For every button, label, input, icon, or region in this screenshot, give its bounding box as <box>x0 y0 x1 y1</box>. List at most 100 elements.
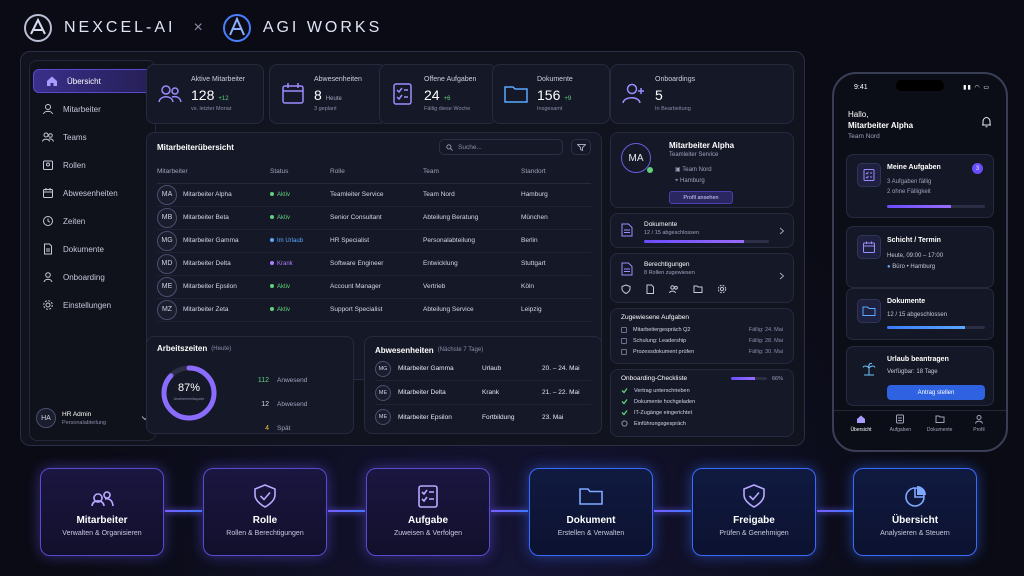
task-due: Fällig: 28. Mai <box>748 337 783 344</box>
kpi-delta: +9 <box>564 96 572 102</box>
workflow-step-mitarbeiter[interactable]: Mitarbeiter Verwalten & Organisieren <box>40 468 164 556</box>
avatar: MG <box>375 360 391 377</box>
status-time: 9:41 <box>854 84 868 91</box>
role-cell: Senior Consultant <box>330 206 423 230</box>
kpi-label: Offene Aufgaben <box>424 76 477 83</box>
gear-icon <box>43 300 53 310</box>
kpi-onboardings[interactable]: Onboardings 5 In Bearbeitung <box>610 64 794 124</box>
sidebar-item-dokumente[interactable]: Dokumente <box>30 237 155 261</box>
workflow-step-aufgabe[interactable]: Aufgabe Zuweisen & Verfolgen <box>366 468 490 556</box>
checklist-icon <box>863 169 875 181</box>
stat-value: 112 <box>257 376 269 384</box>
card-icon <box>857 235 881 259</box>
tab-uebersicht[interactable]: Übersicht <box>844 414 878 433</box>
sidebar-item-einstellungen[interactable]: Einstellungen <box>30 293 155 317</box>
workflow-step-rolle[interactable]: Rolle Rollen & Berechtigungen <box>203 468 327 556</box>
checkbox[interactable] <box>621 348 627 355</box>
bell-icon[interactable] <box>981 116 992 128</box>
task-due: Fällig: 24. Mai <box>748 326 783 333</box>
absence-name: Mitarbeiter Gamma <box>398 365 454 372</box>
workflow-step-dokument[interactable]: Dokument Erstellen & Verwalten <box>529 468 653 556</box>
user-icon <box>974 415 983 424</box>
kpi-sub: 3 geplant <box>314 106 337 112</box>
checklist-label: Dokumente hochgeladen <box>634 398 696 405</box>
checkbox[interactable] <box>621 337 627 344</box>
sidebar-item-zeiten[interactable]: Zeiten <box>30 209 155 233</box>
checklist-item[interactable]: IT-Zugänge eingerichtet <box>621 407 783 418</box>
profile-card: MA Mitarbeiter Alpha Teamleiter Service … <box>610 132 794 208</box>
task-item[interactable]: Mitarbeitergespräch Q2 Fällig: 24. Mai <box>621 324 783 335</box>
check-icon <box>621 410 628 416</box>
tab-aufgaben[interactable]: Aufgaben <box>883 414 917 433</box>
column-header[interactable]: Mitarbeiter <box>157 161 270 184</box>
submit-request-button[interactable]: Antrag stellen <box>887 385 985 400</box>
workflow-step-übersicht[interactable]: Übersicht Analysieren & Steuern <box>853 468 977 556</box>
avatar: MG <box>157 230 177 251</box>
sidebar-item-rollen[interactable]: Rollen <box>30 153 155 177</box>
absence-row[interactable]: ME Mitarbeiter Epsilon Fortbildung 23. M… <box>375 405 591 429</box>
kpi-offene-aufgaben[interactable]: Offene Aufgaben 24 +6 Fällig diese Woche <box>379 64 497 124</box>
employee-cell: MB Mitarbeiter Beta <box>157 206 270 230</box>
sidebar-item-onboarding[interactable]: Onboarding <box>30 265 155 289</box>
checkbox[interactable] <box>621 326 627 333</box>
table-row[interactable]: MZ Mitarbeiter Zeta Aktiv Support Special… <box>157 298 591 322</box>
shield-icon[interactable] <box>621 284 631 294</box>
avatar: ME <box>375 409 391 425</box>
filter-button[interactable] <box>571 139 591 155</box>
column-header[interactable]: Status <box>270 161 330 184</box>
document-icon <box>621 223 633 237</box>
users-icon[interactable] <box>669 284 679 294</box>
document-icon[interactable] <box>645 284 655 294</box>
workflow-step-freigabe[interactable]: Freigabe Prüfen & Genehmigen <box>692 468 816 556</box>
table-row[interactable]: ME Mitarbeiter Epsilon Aktiv Account Mana… <box>157 275 591 299</box>
location-cell: Köln <box>521 275 591 299</box>
kpi-dokumente[interactable]: Dokumente 156 +9 Insgesamt <box>492 64 610 124</box>
employee-name: Mitarbeiter Alpha <box>183 191 232 198</box>
role-cell: HR Specialist <box>330 229 423 253</box>
column-header[interactable]: Standort <box>521 161 591 184</box>
absence-name: Mitarbeiter Delta <box>398 389 446 396</box>
my-tasks-card[interactable]: Meine Aufgaben 3 3 Aufgaben fällig 2 ohn… <box>846 154 994 218</box>
documents-mobile-card[interactable]: Dokumente 12 / 15 abgeschlossen <box>846 288 994 340</box>
status-badge: Im Urlaub <box>277 237 304 244</box>
tab-dokumente[interactable]: Dokumente <box>923 414 957 433</box>
table-row[interactable]: MA Mitarbeiter Alpha Aktiv Teamleiter Ser… <box>157 183 591 207</box>
checklist-item[interactable]: Dokumente hochgeladen <box>621 396 783 407</box>
column-header[interactable]: Rolle <box>330 161 423 184</box>
view-profile-button[interactable]: Profil ansehen <box>669 191 733 204</box>
table-row[interactable]: MB Mitarbeiter Beta Aktiv Senior Consulta… <box>157 206 591 230</box>
checklist-item[interactable]: Einführungsgespräch <box>621 418 783 429</box>
sidebar-item-abwesenheiten[interactable]: Abwesenheiten <box>30 181 155 205</box>
avatar: MB <box>157 207 177 228</box>
step-title: Aufgabe <box>408 515 448 526</box>
gear-icon[interactable] <box>717 284 727 294</box>
tab-label: Aufgaben <box>889 427 912 433</box>
absence-row[interactable]: MG Mitarbeiter Gamma Urlaub 20. – 24. Ma… <box>375 357 591 381</box>
kpi-sub: vs. letzter Monat <box>191 106 232 112</box>
checklist-item[interactable]: Vertrag unterschrieben <box>621 385 783 396</box>
documents-card[interactable]: Dokumente 12 / 15 abgeschlossen <box>610 213 794 248</box>
checklist-icon <box>393 83 412 105</box>
check-icon <box>621 388 628 394</box>
permissions-card[interactable]: Berechtigungen 8 Rollen zugewiesen <box>610 253 794 303</box>
shield-check-icon <box>743 484 765 508</box>
task-item[interactable]: Schulung: Leadership Fällig: 28. Mai <box>621 335 783 346</box>
folder-icon[interactable] <box>693 284 703 294</box>
task-item[interactable]: Prozessdokument prüfen Fällig: 30. Mai <box>621 346 783 357</box>
sidebar-item-uebersicht[interactable]: Übersicht <box>33 69 153 93</box>
sidebar-item-mitarbeiter[interactable]: Mitarbeiter <box>30 97 155 121</box>
shift-card[interactable]: Schicht / Termin Heute, 09:00 – 17:00 ● … <box>846 226 994 288</box>
search-input[interactable]: Suche... <box>439 139 563 155</box>
absence-row[interactable]: ME Mitarbeiter Delta Krank 21. – 22. Mai <box>375 381 591 405</box>
task-label: Schulung: Leadership <box>633 337 687 344</box>
user-menu[interactable]: HA HR Admin Personalabteilung <box>36 402 149 434</box>
table-row[interactable]: MG Mitarbeiter Gamma Im Urlaub HR Special… <box>157 229 591 253</box>
column-header[interactable]: Team <box>423 161 521 184</box>
sidebar-item-teams[interactable]: Teams <box>30 125 155 149</box>
kpi-aktive-mitarbeiter[interactable]: Aktive Mitarbeiter 128 +12 vs. letzter Mona… <box>146 64 264 124</box>
tab-profil[interactable]: Profil <box>962 414 996 433</box>
kpi-value: 5 <box>655 87 663 103</box>
team-cell: Team Nord <box>423 183 521 207</box>
table-row[interactable]: MD Mitarbeiter Delta Krank Software Engin… <box>157 252 591 276</box>
kpi-abwesenheiten[interactable]: Abwesenheiten 8 Heute 3 geplant <box>269 64 387 124</box>
